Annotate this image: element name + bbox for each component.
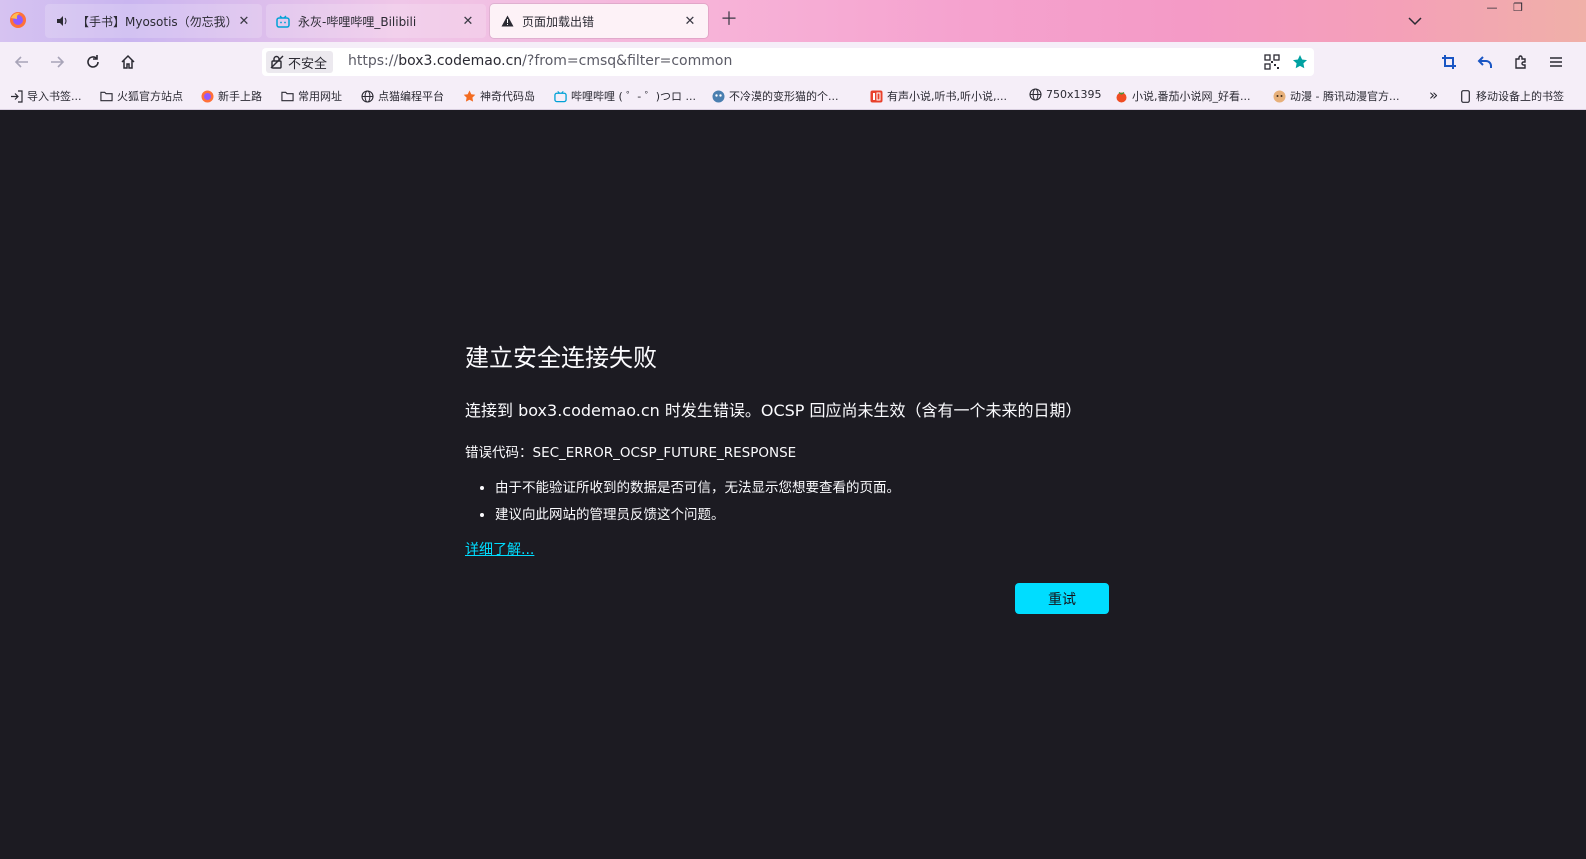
close-tab-icon[interactable]: ✕ bbox=[460, 14, 476, 29]
nav-bar: 不安全 https://box3.codemao.cn/?from=cmsq&f… bbox=[0, 42, 1586, 82]
url-prefix: https:// bbox=[348, 53, 399, 69]
learn-more-link[interactable]: 详细了解... bbox=[465, 539, 534, 559]
error-description: 连接到 box3.codemao.cn 时发生错误。OCSP 回应尚未生效（含有… bbox=[465, 401, 1082, 420]
bookmark-label: 新手上路 bbox=[218, 90, 262, 103]
close-tab-icon[interactable]: ✕ bbox=[236, 14, 252, 29]
tab-label: 【手书】Myosotis（勿忘我） bbox=[77, 14, 236, 29]
import-icon bbox=[10, 89, 23, 103]
bookmark-label: 导入书签... bbox=[27, 90, 82, 103]
insecure-lock-icon bbox=[270, 55, 284, 69]
bookmark-folder-firefox[interactable]: 火狐官方站点 bbox=[100, 88, 183, 104]
chevron-down-icon[interactable] bbox=[1406, 12, 1424, 30]
reload-button[interactable] bbox=[83, 52, 103, 72]
bookmark-audio-novels[interactable]: 有声小说,听书,听小说,... bbox=[870, 88, 1007, 104]
error-title: 建立安全连接失败 bbox=[465, 344, 657, 372]
tab-bilibili[interactable]: 永灰-哔哩哔哩_Bilibili ✕ bbox=[266, 4, 486, 38]
firefox-logo-icon[interactable] bbox=[9, 11, 27, 29]
back-button[interactable] bbox=[12, 52, 32, 72]
bookmark-getting-started[interactable]: 新手上路 bbox=[201, 88, 262, 104]
url-rest: /?from=cmsq&filter=common bbox=[522, 53, 733, 69]
minimize-button[interactable]: — bbox=[1480, 0, 1504, 16]
crop-icon bbox=[1442, 55, 1456, 69]
globe-icon bbox=[361, 89, 374, 103]
bookmark-folder-common[interactable]: 常用网址 bbox=[281, 88, 342, 104]
mobile-device-icon bbox=[1459, 89, 1472, 103]
undo-icon bbox=[1477, 56, 1492, 68]
bookmark-label: 哔哩哔哩 ( ゜- ゜)つロ ... bbox=[571, 90, 697, 103]
bookmark-cat-profile[interactable]: 不冷漠的变形猫的个... bbox=[712, 88, 839, 104]
bookmark-star-icon[interactable] bbox=[1292, 54, 1308, 70]
error-suggestions: 由于不能验证所收到的数据是否可信，无法显示您想要查看的页面。 建议向此网站的管理… bbox=[465, 475, 1115, 529]
bookmark-label: 有声小说,听书,听小说,... bbox=[887, 90, 1007, 103]
security-indicator[interactable]: 不安全 bbox=[266, 51, 334, 73]
bookmark-tencent-anime[interactable]: 动漫 - 腾讯动漫官方... bbox=[1273, 88, 1399, 104]
folder-icon bbox=[281, 90, 294, 103]
extensions-button[interactable] bbox=[1511, 52, 1531, 72]
tab-myosotis[interactable]: 【手书】Myosotis（勿忘我） ✕ bbox=[45, 4, 262, 38]
list-item: 建议向此网站的管理员反馈这个问题。 bbox=[495, 502, 1115, 529]
close-tab-icon[interactable]: ✕ bbox=[682, 14, 698, 29]
forward-button[interactable] bbox=[47, 52, 67, 72]
tab-bar: 【手书】Myosotis（勿忘我） ✕ 永灰-哔哩哔哩_Bilibili ✕ 页… bbox=[0, 0, 1586, 42]
bookmark-label: 点猫编程平台 bbox=[378, 90, 444, 103]
qr-code-icon[interactable] bbox=[1264, 54, 1280, 70]
puzzle-icon bbox=[1515, 55, 1526, 69]
error-page: 建立安全连接失败 连接到 box3.codemao.cn 时发生错误。OCSP … bbox=[0, 110, 1586, 859]
bookmark-label: 神奇代码岛 bbox=[480, 90, 535, 103]
menu-button[interactable] bbox=[1546, 52, 1566, 72]
bookmark-label: 常用网址 bbox=[298, 90, 342, 103]
bookmark-mobile[interactable]: 移动设备上的书签 bbox=[1459, 88, 1564, 104]
retry-button[interactable]: 重试 bbox=[1015, 583, 1109, 614]
tab-error-page[interactable]: 页面加载出错 ✕ bbox=[490, 4, 708, 38]
bookmark-750x1395[interactable]: 750x1395 bbox=[1029, 88, 1102, 101]
warning-icon bbox=[500, 14, 514, 28]
anime-icon bbox=[1273, 90, 1286, 103]
tab-label: 页面加载出错 bbox=[522, 14, 595, 29]
bookmark-codemao[interactable]: 点猫编程平台 bbox=[361, 88, 444, 104]
avatar-icon bbox=[712, 90, 725, 103]
list-item: 由于不能验证所收到的数据是否可信，无法显示您想要查看的页面。 bbox=[495, 475, 1115, 502]
bilibili-icon bbox=[276, 14, 290, 28]
arrow-right-icon bbox=[51, 56, 65, 68]
restore-button[interactable]: ❐ bbox=[1506, 0, 1530, 16]
bookmark-label: 移动设备上的书签 bbox=[1476, 90, 1564, 103]
error-code: 错误代码：SEC_ERROR_OCSP_FUTURE_RESPONSE bbox=[465, 445, 797, 461]
bookmark-label: 火狐官方站点 bbox=[117, 90, 183, 103]
home-icon bbox=[121, 54, 135, 69]
folder-icon bbox=[100, 90, 113, 103]
bookmark-label: 小说,番茄小说网_好看... bbox=[1132, 90, 1251, 103]
firefox-icon bbox=[201, 90, 214, 103]
undo-button[interactable] bbox=[1475, 52, 1495, 72]
code-island-icon bbox=[463, 90, 476, 103]
url-bar[interactable]: 不安全 https://box3.codemao.cn/?from=cmsq&f… bbox=[262, 48, 1314, 76]
new-tab-button[interactable]: ＋ bbox=[720, 11, 738, 29]
url-host: box3.codemao.cn bbox=[398, 53, 523, 69]
tomato-icon bbox=[1115, 90, 1128, 103]
bookmark-label: 动漫 - 腾讯动漫官方... bbox=[1290, 90, 1400, 103]
bookmark-code-island[interactable]: 神奇代码岛 bbox=[463, 88, 535, 104]
speaker-icon[interactable] bbox=[55, 14, 69, 28]
hamburger-menu-icon bbox=[1550, 57, 1562, 67]
tab-label: 永灰-哔哩哔哩_Bilibili bbox=[298, 14, 417, 29]
bookmarks-toolbar: 导入书签... 火狐官方站点 新手上路 常用网址 点猫编程平台 神奇代码岛 哔哩… bbox=[0, 82, 1586, 110]
bookmark-label: 不冷漠的变形猫的个... bbox=[729, 90, 839, 103]
security-label: 不安全 bbox=[288, 56, 328, 72]
url-text[interactable]: https://box3.codemao.cn/?from=cmsq&filte… bbox=[348, 53, 732, 69]
audio-book-icon bbox=[870, 90, 883, 103]
bookmark-label: 750x1395 bbox=[1046, 88, 1102, 101]
globe-icon bbox=[1029, 88, 1042, 101]
home-button[interactable] bbox=[118, 52, 138, 72]
bookmark-tomato-novels[interactable]: 小说,番茄小说网_好看... bbox=[1115, 88, 1251, 104]
screenshot-button[interactable] bbox=[1439, 52, 1459, 72]
bookmarks-overflow-chevron-icon[interactable]: » bbox=[1429, 86, 1438, 104]
bookmark-import[interactable]: 导入书签... bbox=[10, 88, 82, 104]
reload-icon bbox=[87, 55, 99, 68]
bookmark-bilibili[interactable]: 哔哩哔哩 ( ゜- ゜)つロ ... bbox=[554, 88, 696, 104]
bilibili-icon bbox=[554, 90, 567, 103]
error-container: 建立安全连接失败 连接到 box3.codemao.cn 时发生错误。OCSP … bbox=[465, 338, 1115, 559]
arrow-left-icon bbox=[14, 56, 28, 68]
